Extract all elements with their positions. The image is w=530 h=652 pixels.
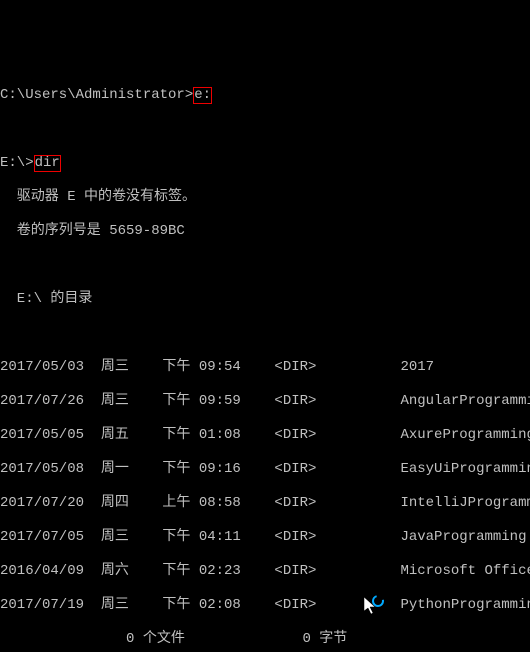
busy-cursor-icon: [360, 595, 384, 619]
dir-row: 2016/04/09 周六 下午 02:23 <DIR> Microsoft O…: [0, 563, 530, 580]
terminal[interactable]: C:\Users\Administrator>e: E:\>dir 驱动器 E …: [0, 68, 530, 652]
summary-files: 0 个文件 0 字节: [0, 631, 530, 648]
dir-row: 2017/07/19 周三 下午 02:08 <DIR> PythonProgr…: [0, 597, 530, 614]
dir-row: 2017/07/26 周三 下午 09:59 <DIR> AngularProg…: [0, 393, 530, 410]
command-text: dir: [34, 155, 61, 172]
directory-of-line: E:\ 的目录: [0, 291, 530, 308]
command-text: e:: [193, 87, 212, 104]
dir-row: 2017/05/08 周一 下午 09:16 <DIR> EasyUiProgr…: [0, 461, 530, 478]
prompt-path: E:\>: [0, 155, 34, 171]
dir-row: 2017/07/05 周三 下午 04:11 <DIR> JavaProgram…: [0, 529, 530, 546]
dir-row: 2017/07/20 周四 上午 08:58 <DIR> IntelliJPro…: [0, 495, 530, 512]
dir-row: 2017/05/05 周五 下午 01:08 <DIR> AxureProgra…: [0, 427, 530, 444]
dir-row: 2017/05/03 周三 下午 09:54 <DIR> 2017: [0, 359, 530, 376]
volume-serial-line: 卷的序列号是 5659-89BC: [0, 223, 530, 240]
prompt-path: C:\Users\Administrator>: [0, 87, 193, 103]
volume-label-line: 驱动器 E 中的卷没有标签。: [0, 189, 530, 206]
